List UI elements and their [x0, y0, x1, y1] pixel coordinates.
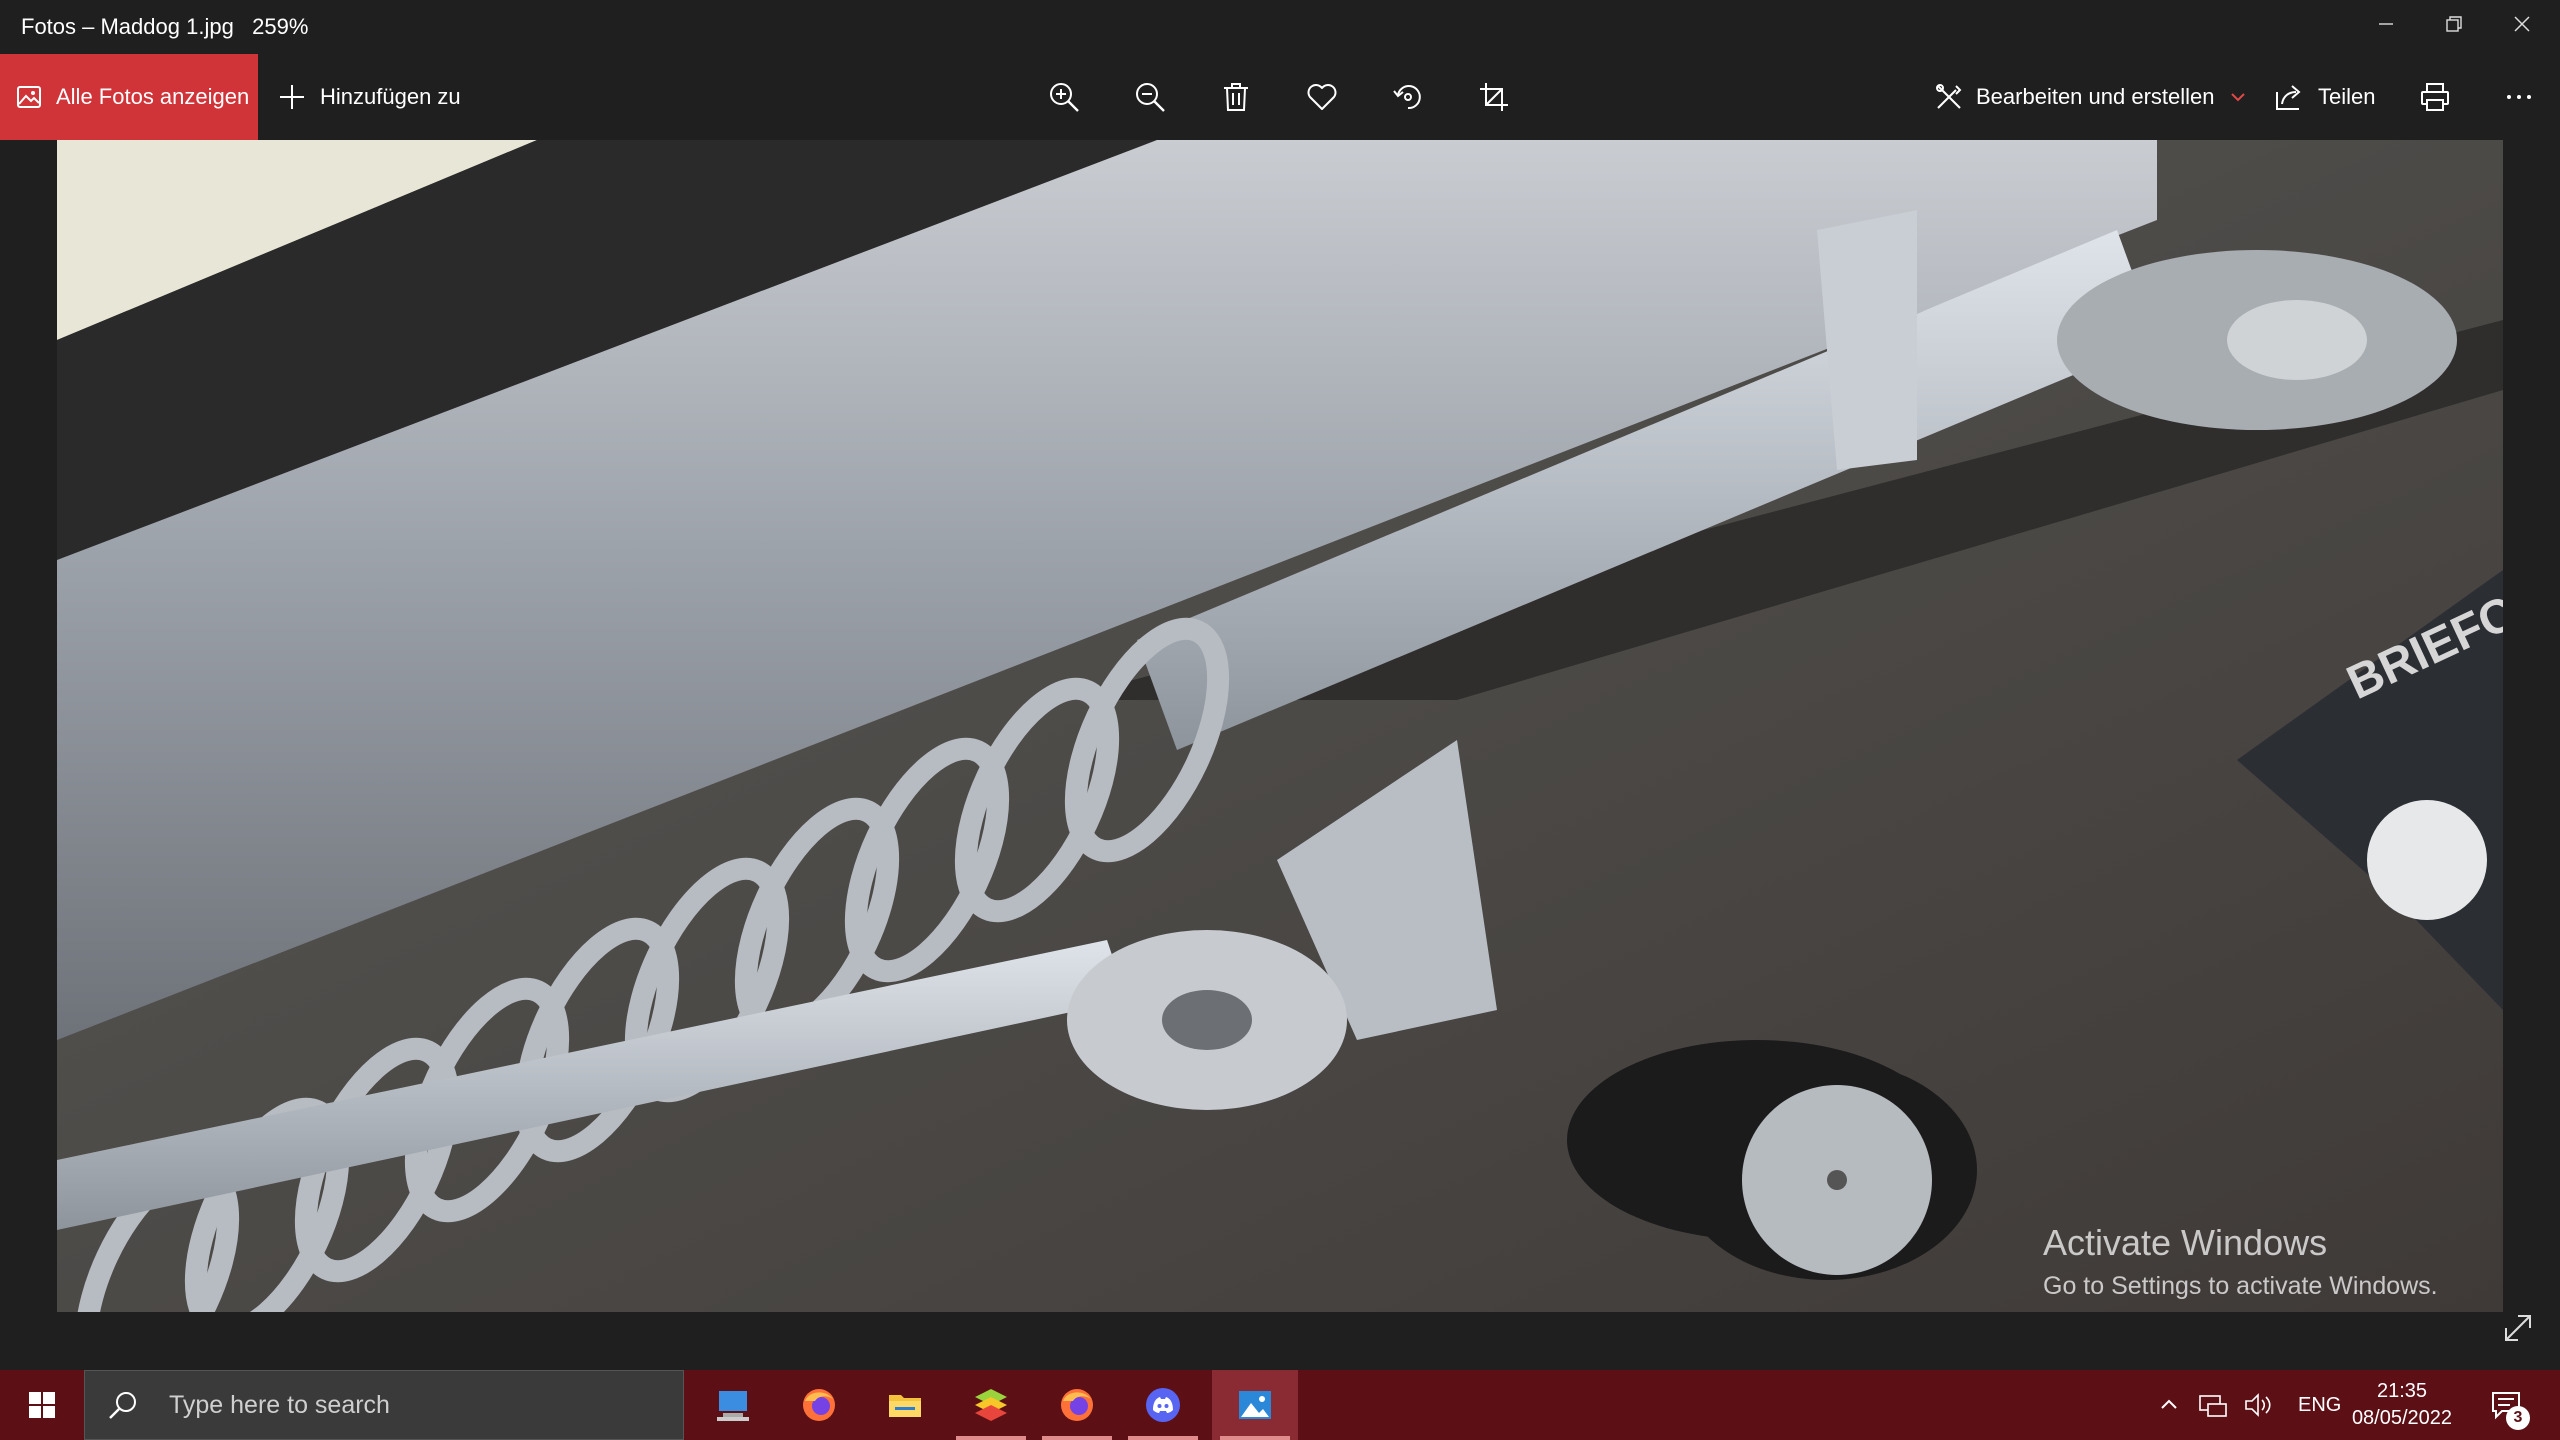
photos-icon [17, 86, 41, 108]
printer-icon [2421, 83, 2449, 111]
favorite-button[interactable] [1279, 54, 1365, 140]
watermark-line1: Activate Windows [2043, 1222, 2328, 1263]
firefox-icon [1061, 1389, 1093, 1421]
rotate-button[interactable] [1365, 54, 1451, 140]
watermark-line2: Go to Settings to activate Windows. [2043, 1272, 2438, 1300]
taskbar-app-photos[interactable] [1212, 1370, 1298, 1440]
minimize-icon [2379, 23, 2393, 25]
command-bar: Alle Fotos anzeigen Hinzufügen zu Bearbe… [0, 54, 2560, 140]
plus-icon [280, 85, 304, 109]
crop-button[interactable] [1451, 54, 1537, 140]
restore-icon [2446, 16, 2462, 32]
taskbar-app-firefox[interactable] [776, 1370, 862, 1440]
window-title-text: Fotos – Maddog 1.jpg [21, 14, 234, 39]
edit-and-create-button[interactable]: Bearbeiten und erstellen [1934, 54, 2247, 140]
system-tray: ENG [2158, 1370, 2341, 1440]
share-icon [2276, 85, 2301, 110]
expand-icon [2505, 1315, 2531, 1341]
clock-date: 08/05/2022 [2351, 1407, 2453, 1429]
photos-app-icon [1239, 1391, 1271, 1419]
chevron-down-icon [2230, 93, 2245, 102]
taskbar-search-box[interactable]: Type here to search [84, 1370, 684, 1440]
share-label: Teilen [2318, 84, 2376, 109]
all-photos-button[interactable]: Alle Fotos anzeigen [0, 54, 258, 140]
add-to-label: Hinzufügen zu [320, 84, 461, 109]
photo-image: BRIEFCASE [57, 140, 2503, 1312]
taskbar-app-discord[interactable] [1120, 1370, 1206, 1440]
more-icon [2507, 95, 2531, 99]
volume-icon[interactable] [2244, 1392, 2274, 1418]
trash-icon [1224, 83, 1248, 111]
activation-watermark: Activate Windows Go to Settings to activ… [2043, 1222, 2438, 1301]
input-language[interactable]: ENG [2298, 1394, 2341, 1417]
zoom-in-icon [1050, 83, 1079, 112]
taskbar: Type here to search ENG 21:35 08/05/2022… [0, 1370, 2560, 1440]
delete-button[interactable] [1193, 54, 1279, 140]
network-icon[interactable] [2198, 1392, 2228, 1418]
add-to-button[interactable]: Hinzufügen zu [278, 54, 461, 140]
taskbar-app-bluestacks[interactable] [948, 1370, 1034, 1440]
notification-badge: 3 [2506, 1406, 2530, 1430]
share-button[interactable]: Teilen [2274, 54, 2375, 140]
photo-viewer[interactable]: BRIEFCASE [57, 140, 2503, 1312]
clock[interactable]: 21:35 08/05/2022 [2340, 1378, 2464, 1432]
folder-icon [889, 1395, 921, 1417]
zoom-in-button[interactable] [1021, 54, 1107, 140]
title-bar: Fotos – Maddog 1.jpg 259% [0, 0, 2560, 54]
print-button[interactable] [2392, 54, 2478, 140]
more-options-button[interactable] [2476, 54, 2560, 140]
fullscreen-button[interactable] [2496, 1306, 2540, 1350]
heart-icon [1307, 84, 1337, 110]
rotate-icon [1393, 85, 1421, 110]
window-title: Fotos – Maddog 1.jpg 259% [21, 14, 308, 40]
taskbar-app-firefox-2[interactable] [1034, 1370, 1120, 1440]
close-icon [2514, 16, 2530, 32]
search-placeholder: Type here to search [169, 1390, 390, 1419]
action-center-button[interactable]: 3 [2476, 1370, 2536, 1440]
taskbar-app-file-explorer[interactable] [862, 1370, 948, 1440]
start-button[interactable] [0, 1370, 84, 1440]
edit-create-icon [1936, 84, 1962, 109]
all-photos-label: Alle Fotos anzeigen [56, 84, 250, 109]
edit-and-create-label: Bearbeiten und erstellen [1976, 84, 2215, 109]
firefox-icon [803, 1389, 835, 1421]
crop-icon [1480, 83, 1508, 111]
search-icon [109, 1392, 136, 1419]
zoom-out-icon [1136, 83, 1165, 112]
chevron-up-icon[interactable] [2158, 1394, 2180, 1416]
clock-time: 21:35 [2376, 1380, 2428, 1402]
discord-icon [1146, 1388, 1180, 1422]
zoom-out-button[interactable] [1107, 54, 1193, 140]
zoom-level: 259% [252, 14, 309, 39]
windows-logo-icon [29, 1392, 55, 1418]
desktop-app-icon [717, 1391, 749, 1421]
taskbar-app-desktop[interactable] [690, 1370, 776, 1440]
bluestacks-icon [975, 1389, 1007, 1421]
close-button[interactable] [2476, 0, 2560, 48]
